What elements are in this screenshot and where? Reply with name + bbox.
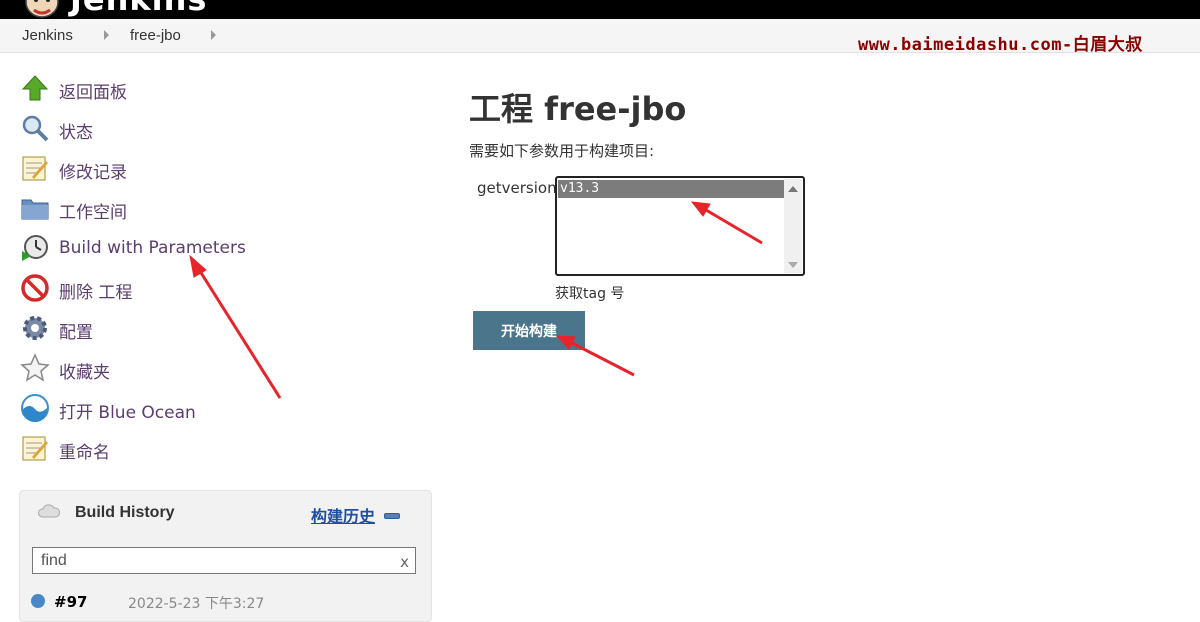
sidebar-item-favorite[interactable]: 收藏夹 bbox=[20, 353, 420, 385]
sidebar-item-status[interactable]: 状态 bbox=[20, 113, 420, 145]
clear-search-icon[interactable]: x bbox=[400, 553, 409, 571]
page-title: 工程 free-jbo bbox=[469, 90, 687, 128]
sidebar-item-label: 状态 bbox=[59, 123, 93, 143]
sidebar-item-label: 返回面板 bbox=[59, 83, 127, 103]
folder-icon bbox=[21, 199, 49, 220]
sidebar-item-delete-project[interactable]: 删除 工程 bbox=[20, 273, 420, 305]
sidebar-item-configure[interactable]: 配置 bbox=[20, 313, 420, 345]
breadcrumb: Jenkins free-jbo www.baimeidashu.com-白眉大… bbox=[0, 19, 1200, 55]
build-date: 2022-5-23 下午3:27 bbox=[128, 596, 265, 612]
breadcrumb-chevron-icon[interactable] bbox=[211, 30, 216, 40]
sidebar-item-label: Build with Parameters bbox=[59, 238, 246, 258]
sidebar-item-label: 重命名 bbox=[59, 443, 110, 463]
build-history-panel: Build History 构建历史 x #97 2022-5-23 下午3:2… bbox=[19, 490, 432, 622]
watermark-text: www.baimeidashu.com-白眉大叔 bbox=[858, 35, 1143, 55]
parameter-help-text: 获取tag 号 bbox=[555, 286, 625, 302]
breadcrumb-chevron-icon[interactable] bbox=[104, 30, 109, 40]
sidebar-item-label: 删除 工程 bbox=[59, 283, 133, 303]
star-icon bbox=[20, 353, 50, 382]
parameters-description: 需要如下参数用于构建项目: bbox=[469, 142, 655, 160]
sidebar-item-label: 收藏夹 bbox=[59, 363, 110, 383]
sidebar-item-label: 修改记录 bbox=[59, 163, 127, 183]
build-history-title: Build History bbox=[75, 504, 175, 521]
sidebar-item-back-to-dashboard[interactable]: 返回面板 bbox=[20, 73, 420, 105]
select-option[interactable]: v13.3 bbox=[558, 180, 784, 198]
sidebar-item-build-with-parameters[interactable]: Build with Parameters bbox=[20, 233, 420, 265]
top-header: Jenkins bbox=[0, 0, 1200, 19]
sidebar-item-label: 配置 bbox=[59, 323, 93, 343]
parameter-name: getversion bbox=[477, 179, 557, 197]
build-search-input[interactable] bbox=[39, 551, 383, 571]
build-status-ball-icon bbox=[31, 594, 45, 608]
build-number-link[interactable]: #97 bbox=[54, 593, 87, 611]
build-history-trend-link[interactable]: 构建历史 bbox=[311, 503, 375, 527]
getversion-select[interactable]: v13.3 bbox=[555, 176, 805, 276]
start-build-button[interactable]: 开始构建 bbox=[473, 311, 585, 350]
sidebar-item-label: 打开 Blue Ocean bbox=[59, 403, 196, 423]
sidebar-item-open-blue-ocean[interactable]: 打开 Blue Ocean bbox=[20, 393, 420, 425]
notepad-icon bbox=[22, 436, 48, 461]
blue-ocean-icon bbox=[21, 394, 49, 422]
search-icon bbox=[22, 115, 49, 142]
sidebar-item-rename[interactable]: 重命名 bbox=[20, 433, 420, 465]
breadcrumb-job[interactable]: free-jbo bbox=[130, 27, 181, 44]
cloud-icon bbox=[38, 504, 60, 518]
collapse-minus-icon[interactable] bbox=[384, 513, 400, 519]
breadcrumb-jenkins[interactable]: Jenkins bbox=[22, 27, 73, 44]
notepad-icon bbox=[22, 156, 48, 181]
up-arrow-icon bbox=[21, 75, 49, 101]
jenkins-logo-text[interactable]: Jenkins bbox=[70, 0, 207, 18]
build-search-box[interactable]: x bbox=[32, 547, 416, 574]
jenkins-mascot-icon[interactable] bbox=[22, 0, 62, 18]
gear-icon bbox=[23, 316, 47, 340]
sidebar-item-label: 工作空间 bbox=[59, 203, 127, 223]
scrollbar[interactable] bbox=[784, 179, 802, 273]
no-entry-icon bbox=[21, 274, 49, 302]
sidebar-item-changes[interactable]: 修改记录 bbox=[20, 153, 420, 185]
sidebar-item-workspace[interactable]: 工作空间 bbox=[20, 193, 420, 225]
clock-play-icon bbox=[22, 235, 48, 261]
